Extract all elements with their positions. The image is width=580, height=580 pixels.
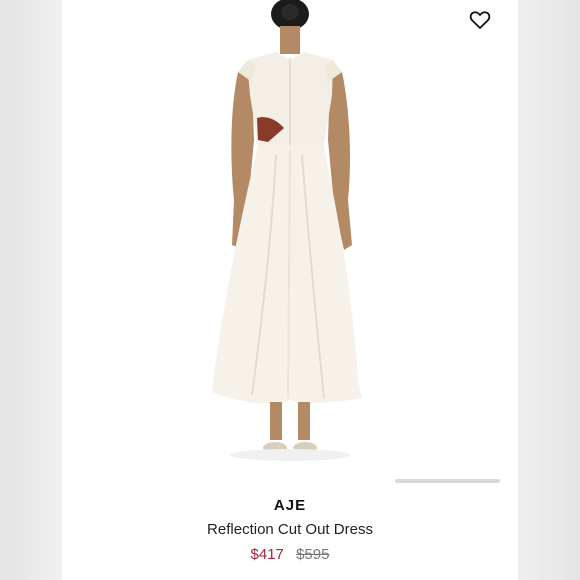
- dress-illustration: [212, 0, 362, 461]
- product-card[interactable]: AJE Reflection Cut Out Dress $417 $595: [62, 0, 518, 580]
- product-name[interactable]: Reflection Cut Out Dress: [62, 521, 518, 538]
- left-margin: [0, 0, 62, 580]
- product-image[interactable]: [62, 0, 518, 470]
- heart-icon[interactable]: [468, 8, 492, 32]
- screenshot-frame: AJE Reflection Cut Out Dress $417 $595: [0, 0, 580, 580]
- price-row: $417 $595: [62, 546, 518, 563]
- image-scroll-indicator[interactable]: [395, 479, 500, 483]
- right-margin: [518, 0, 580, 580]
- product-brand[interactable]: AJE: [62, 497, 518, 514]
- sale-price: $417: [250, 546, 284, 563]
- original-price: $595: [296, 546, 330, 563]
